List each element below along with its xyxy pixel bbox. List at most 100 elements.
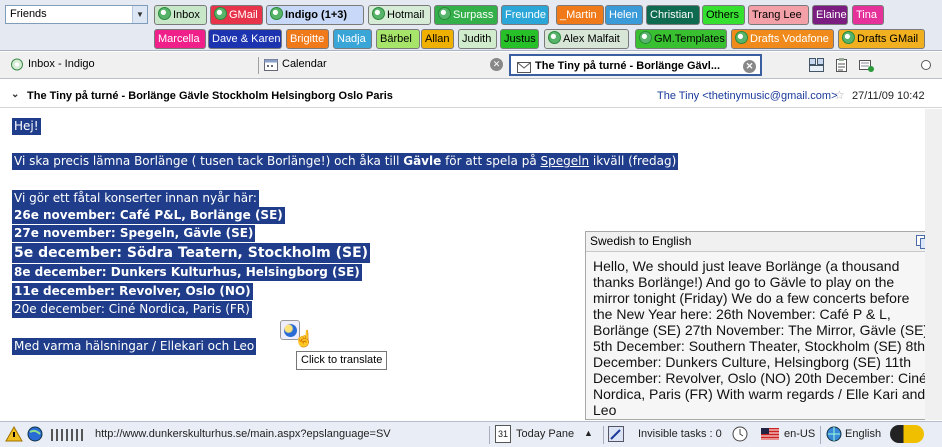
vertical-scrollbar[interactable] (925, 109, 942, 420)
edit-icon[interactable] (608, 426, 624, 445)
folder-tab[interactable]: Justus (500, 29, 539, 49)
folder-tab[interactable]: Marcella (154, 29, 206, 49)
folder-tab[interactable]: Drafts Vodafone (731, 29, 834, 49)
folder-tab-label: Christian (650, 9, 694, 21)
close-tab-icon[interactable]: ✕ (743, 60, 756, 73)
folder-select-value: Friends (10, 8, 47, 20)
folder-tab[interactable]: Others (702, 5, 745, 25)
online-globe-icon[interactable] (27, 426, 43, 445)
text-segment: för att spela på (441, 154, 541, 168)
folder-tab-label: Surpass (453, 9, 494, 21)
star-icon[interactable]: ☆ (834, 88, 845, 102)
close-tab-icon[interactable]: ✕ (490, 58, 503, 71)
chevron-up-icon[interactable]: ▲ (584, 428, 593, 438)
locale-label[interactable]: en-US (784, 428, 815, 440)
folder-tab[interactable]: Judith (458, 29, 497, 49)
calendar-icon (264, 58, 278, 71)
folder-tab-label: Freunde (505, 9, 546, 21)
folder-tab[interactable]: Trang Lee (748, 5, 809, 25)
spegeln-link[interactable]: Spegeln (541, 154, 590, 168)
status-divider (603, 426, 604, 444)
folder-tab-label: GM.Templates (654, 33, 725, 45)
folder-tab-label: Justus (504, 33, 536, 45)
folder-tab[interactable]: Nadja (333, 29, 372, 49)
language-globe-icon (826, 426, 842, 445)
message-date: 27/11/09 10:42 (852, 90, 925, 102)
message-sender[interactable]: The Tiny <thetinymusic@gmail.com> (657, 90, 838, 102)
mail-folder-icon (270, 7, 283, 20)
folder-tab-toolbar: Friends ▼ Inbox GMail Indigo (1+3) Hotmail S… (0, 0, 942, 51)
body-line-1: Vi ska precis lämna Borlänge ( tusen tac… (12, 153, 679, 170)
folder-tab[interactable]: Brigitte (286, 29, 329, 49)
folder-tab[interactable]: Inbox (154, 5, 207, 25)
mail-folder-icon (10, 58, 24, 71)
greeting-text: Hej! (12, 118, 41, 135)
thunderbird-window: Friends ▼ Inbox GMail Indigo (1+3) Hotmail S… (0, 0, 942, 447)
pane-tab-calendar[interactable]: Calendar ✕ (258, 54, 506, 76)
folder-tab[interactable]: _Martin (556, 5, 604, 25)
folder-tab[interactable]: Allan (421, 29, 454, 49)
folder-tab-label: Dave & Karen (212, 33, 281, 45)
folder-tab[interactable]: Drafts GMail (838, 29, 925, 49)
mail-folder-icon (735, 31, 748, 44)
status-bar: http://www.dunkerskulturhus.se/main.aspx… (0, 421, 942, 447)
collapse-icon[interactable]: ⌄ (11, 89, 19, 100)
folder-tab-label: Alex Malfait (563, 33, 620, 45)
translation-panel: Swedish to English Hello, We should just… (585, 231, 937, 420)
folder-tab-label: Trang Lee (752, 9, 802, 21)
date-line: 8e december: Dunkers Kulturhus, Helsingb… (12, 264, 362, 281)
options-icon[interactable] (921, 60, 931, 70)
mail-folder-icon (214, 7, 227, 20)
date-line-large: 5e december: Södra Teatern, Stockholm (S… (12, 243, 371, 263)
folder-tab[interactable]: Freunde (501, 5, 549, 25)
folder-tab[interactable]: Bärbel (376, 29, 420, 49)
theme-toggle[interactable] (890, 425, 924, 443)
folder-tab[interactable]: Christian (646, 5, 700, 25)
message-header: ⌄ The Tiny på turné - Borlänge Gävle Sto… (0, 86, 942, 108)
folder-tab[interactable]: Dave & Karen (208, 29, 282, 49)
text-segment: ikväll (fredag) (589, 154, 677, 168)
warning-icon[interactable] (5, 425, 23, 445)
calendar-day-icon[interactable]: 31 (495, 425, 511, 443)
tasks-icon[interactable] (834, 58, 849, 72)
folder-tab[interactable]: Helen (605, 5, 643, 25)
folder-tab[interactable]: GM.Templates (635, 29, 727, 49)
mail-folder-icon (438, 7, 451, 20)
folder-tab-label: Judith (462, 33, 492, 45)
chevron-down-icon[interactable]: ▼ (132, 6, 147, 23)
folder-tab-label: Nadja (337, 33, 366, 45)
text-segment-bold: Gävle (403, 154, 442, 168)
mail-folder-icon (158, 7, 171, 20)
translation-title: Swedish to English (586, 232, 936, 252)
us-flag-icon (761, 428, 779, 443)
folder-tab[interactable]: Alex Malfait (544, 29, 629, 49)
pane-tab-label: Inbox - Indigo (28, 58, 95, 70)
envelope-icon (517, 60, 531, 73)
clock-icon[interactable] (732, 426, 748, 445)
pane-tab-inbox[interactable]: Inbox - Indigo (4, 54, 256, 76)
pane-tab-bar: Inbox - Indigo Calendar ✕ The Tiny på tu… (0, 52, 942, 79)
folder-tab[interactable]: Tina (852, 5, 884, 25)
layout-icon[interactable] (809, 58, 824, 72)
folder-tab[interactable]: GMail (210, 5, 263, 25)
pane-tab-label: The Tiny på turné - Borlänge Gävl... (535, 60, 720, 72)
mail-folder-icon (842, 31, 855, 44)
pane-tab-message[interactable]: The Tiny på turné - Borlänge Gävl... ✕ (509, 54, 762, 76)
folder-tab[interactable]: Elaine (812, 5, 848, 25)
message-subject: The Tiny på turné - Borlänge Gävle Stock… (27, 90, 393, 102)
progress-meter (51, 429, 86, 441)
folder-tab-label: Allan (425, 33, 450, 45)
folder-tab-label: Marcella (158, 33, 200, 45)
pane-tab-label: Calendar (282, 58, 327, 70)
date-line: 11e december: Revolver, Oslo (NO) (12, 283, 253, 300)
folder-tab[interactable]: Surpass (434, 5, 498, 25)
folder-tab[interactable]: Hotmail (368, 5, 431, 25)
folder-select[interactable]: Friends ▼ (5, 5, 148, 24)
language-label[interactable]: English (845, 428, 881, 440)
signoff-text: Med varma hälsningar / Ellekari och Leo (12, 338, 257, 355)
folder-tab-label: Drafts Vodafone (750, 33, 829, 45)
folder-tab[interactable]: Indigo (1+3) (266, 5, 364, 25)
date-line: 27e november: Spegeln, Gävle (SE) (12, 225, 256, 242)
today-pane-label[interactable]: Today Pane (516, 428, 574, 440)
add-event-icon[interactable] (859, 58, 874, 72)
